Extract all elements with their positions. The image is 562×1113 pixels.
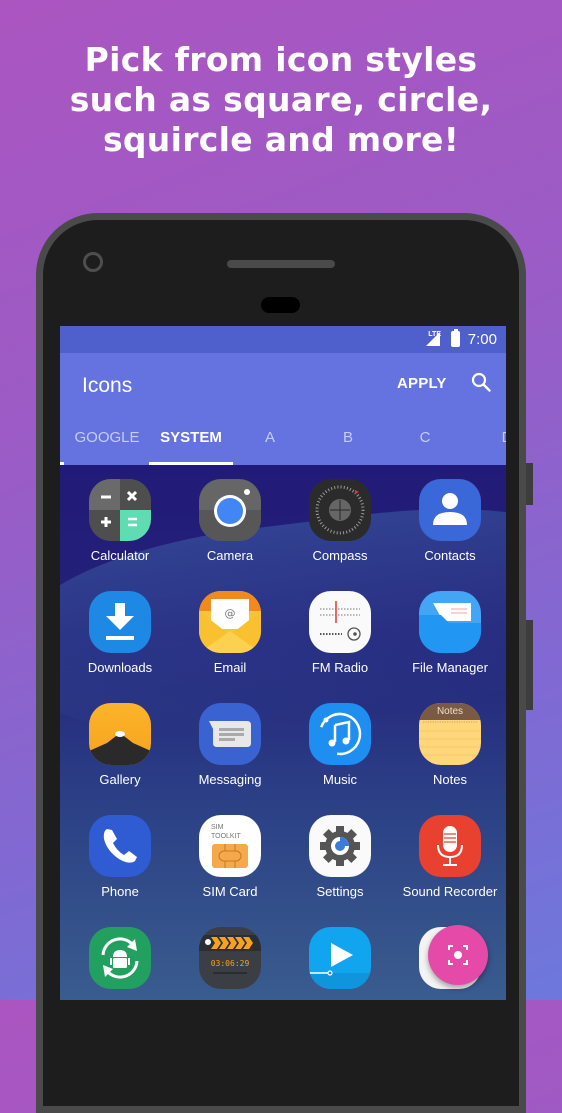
- battery-icon: [451, 329, 460, 347]
- app-label: Calculator: [90, 548, 150, 563]
- app-label: Contacts: [424, 548, 476, 563]
- contacts-icon: [419, 479, 481, 541]
- status-bar: LTE 7:00: [60, 326, 506, 353]
- gallery-icon: [89, 703, 151, 765]
- sim-card-icon: SIM TOOLKIT: [199, 815, 261, 877]
- app-label: FM Radio: [311, 660, 369, 675]
- email-icon: @: [199, 591, 261, 653]
- app-bar: Icons APPLY GOOGLE SYSTEM A B C D: [60, 353, 506, 465]
- tab-d[interactable]: D: [492, 425, 506, 465]
- front-camera: [83, 252, 103, 272]
- tab-label: D: [502, 429, 506, 446]
- tab-bar: GOOGLE SYSTEM A B C D: [60, 425, 506, 465]
- fm-radio-icon: [309, 591, 371, 653]
- tab-label: C: [419, 429, 431, 446]
- app-label: Phone: [101, 884, 139, 899]
- video-editor-icon: 03:06:29: [199, 927, 261, 989]
- headline-line-3: squircle and more!: [102, 120, 460, 159]
- app-label: File Manager: [412, 660, 488, 675]
- app-label: Notes: [433, 772, 467, 787]
- promo-headline: Pick from icon styles such as square, ci…: [0, 40, 562, 160]
- signal-icon: [426, 332, 440, 346]
- compass-icon: [309, 479, 371, 541]
- update-center-icon: [89, 927, 151, 989]
- tab-system[interactable]: SYSTEM: [149, 425, 233, 465]
- app-label: Messaging: [198, 772, 262, 787]
- notes-icon-text: Notes: [436, 706, 464, 717]
- tab-indicator-fragment: [60, 462, 64, 465]
- app-compass[interactable]: Compass: [285, 479, 395, 563]
- apply-button[interactable]: APPLY: [397, 375, 447, 392]
- app-phone[interactable]: Phone: [65, 815, 175, 899]
- app-contacts[interactable]: Contacts: [395, 479, 505, 563]
- phone-volume-button: [526, 620, 533, 710]
- app-downloads[interactable]: Downloads: [65, 591, 175, 675]
- app-calculator[interactable]: Calculator: [65, 479, 175, 563]
- tab-label: B: [342, 429, 353, 446]
- svg-text:@: @: [225, 607, 236, 620]
- app-fm-radio[interactable]: FM Radio: [285, 591, 395, 675]
- app-label: Settings: [316, 884, 364, 899]
- tab-label: A: [264, 429, 275, 446]
- tab-c[interactable]: C: [395, 425, 455, 465]
- calculator-icon: [89, 479, 151, 541]
- camera-icon: [199, 479, 261, 541]
- music-icon: [309, 703, 371, 765]
- app-label: Compass: [312, 548, 368, 563]
- app-camera[interactable]: Camera: [175, 479, 285, 563]
- downloads-icon: [89, 591, 151, 653]
- tab-a[interactable]: A: [240, 425, 300, 465]
- tab-active-indicator: [149, 462, 233, 465]
- app-label: Sound Recorder: [402, 884, 498, 899]
- phone-screen: LTE 7:00 Icons APPLY GOOGLE SYSTEM A B C…: [60, 326, 506, 1000]
- app-settings[interactable]: Settings: [285, 815, 395, 899]
- tab-google[interactable]: GOOGLE: [68, 425, 146, 465]
- settings-icon: [309, 815, 371, 877]
- headline-line-2: such as square, circle,: [69, 80, 493, 119]
- video-editor-timecode: 03:06:29: [210, 959, 250, 968]
- app-sim-card[interactable]: SIM TOOLKIT SIM Card: [175, 815, 285, 899]
- headline-line-1: Pick from icon styles: [84, 40, 478, 79]
- phone-power-button: [526, 463, 533, 505]
- earpiece-speaker: [227, 260, 335, 268]
- app-label: Downloads: [87, 660, 153, 675]
- notes-icon: Notes: [419, 703, 481, 765]
- app-file-manager[interactable]: File Manager: [395, 591, 505, 675]
- screenshot-fab-button[interactable]: [428, 925, 488, 985]
- video-icon: [309, 927, 371, 989]
- app-music[interactable]: Music: [285, 703, 395, 787]
- messaging-icon: [199, 703, 261, 765]
- app-sound-recorder[interactable]: Sound Recorder: [395, 815, 505, 899]
- sound-recorder-icon: [419, 815, 481, 877]
- app-notes[interactable]: Notes Notes: [395, 703, 505, 787]
- app-label: Camera: [206, 548, 254, 563]
- app-label: SIM Card: [202, 884, 258, 899]
- search-icon[interactable]: [471, 372, 491, 392]
- app-label: Email: [213, 660, 247, 675]
- screenshot-capture-icon: [448, 945, 468, 965]
- status-time: 7:00: [467, 331, 497, 348]
- tab-b[interactable]: B: [318, 425, 378, 465]
- tab-label: GOOGLE: [74, 429, 140, 446]
- app-label: Music: [323, 772, 357, 787]
- tab-label: SYSTEM: [160, 429, 222, 446]
- app-video-editor[interactable]: 03:06:29: [175, 927, 285, 996]
- page-title: Icons: [82, 374, 133, 397]
- app-video[interactable]: [285, 927, 395, 996]
- file-manager-icon: [419, 591, 481, 653]
- app-label: Gallery: [99, 772, 141, 787]
- app-update-center[interactable]: [65, 927, 175, 996]
- phone-icon: [89, 815, 151, 877]
- app-messaging[interactable]: Messaging: [175, 703, 285, 787]
- proximity-sensor: [261, 297, 300, 313]
- app-gallery[interactable]: Gallery: [65, 703, 175, 787]
- app-email[interactable]: @ Email: [175, 591, 285, 675]
